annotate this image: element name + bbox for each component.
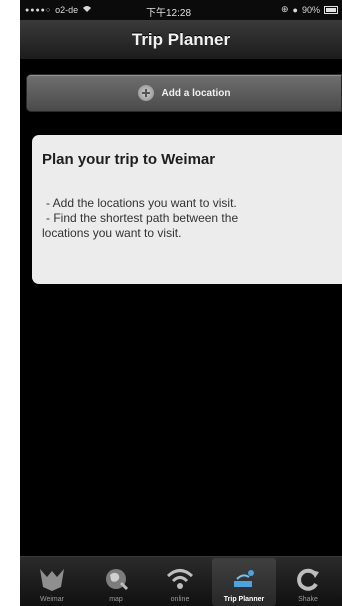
- tab-label: map: [109, 596, 123, 603]
- wifi-icon: [166, 569, 194, 589]
- phone-screen: ●●●●○ o2-de 下午12:28 ⊕ ● 90% Trip Planner…: [20, 0, 342, 606]
- battery-percent: 90%: [301, 4, 320, 15]
- card-line-add: - Add the locations you want to visit.: [46, 196, 237, 210]
- bauhaus-logo-icon: [40, 569, 64, 591]
- tab-shake[interactable]: Shake: [276, 558, 340, 606]
- tab-map[interactable]: map: [84, 558, 148, 606]
- tab-label: Trip Planner: [223, 596, 265, 603]
- wifi-status-icon: [82, 5, 92, 15]
- add-location-label: Add a location: [161, 87, 231, 99]
- tab-label: Weimar: [40, 596, 64, 603]
- status-bar: ●●●●○ o2-de 下午12:28 ⊕ ● 90%: [20, 0, 342, 20]
- add-location-button[interactable]: Add a location: [26, 74, 342, 112]
- trip-info-card: Plan your trip to Weimar - Add the locat…: [32, 135, 342, 284]
- card-line-find: - Find the shortest path between the: [46, 211, 239, 225]
- tab-label: Shake: [298, 596, 318, 603]
- plus-circle-icon: [137, 85, 154, 101]
- card-title: Plan your trip to Weimar: [42, 151, 216, 168]
- signal-strength-icon: ●●●●○: [25, 6, 52, 14]
- tab-trip-planner[interactable]: Trip Planner: [212, 558, 276, 606]
- globe-icon: [106, 569, 129, 591]
- trip-planner-icon: [234, 570, 254, 587]
- carrier-name: o2-de: [55, 5, 79, 15]
- battery-icon: [324, 5, 338, 14]
- location-icon: ⊕: [281, 4, 289, 14]
- tab-bar: Weimar map online Trip Planner Shake: [20, 556, 342, 606]
- card-line-locations: locations you want to visit.: [42, 226, 182, 240]
- tab-online[interactable]: online: [148, 558, 212, 606]
- lock-icon: ●: [292, 4, 298, 15]
- refresh-icon: [297, 568, 319, 591]
- status-time: 下午12:28: [146, 8, 192, 19]
- page-title: Trip Planner: [131, 29, 231, 49]
- tab-weimar[interactable]: Weimar: [20, 558, 84, 606]
- navigation-bar: Trip Planner: [20, 20, 342, 60]
- tab-label: online: [170, 596, 190, 603]
